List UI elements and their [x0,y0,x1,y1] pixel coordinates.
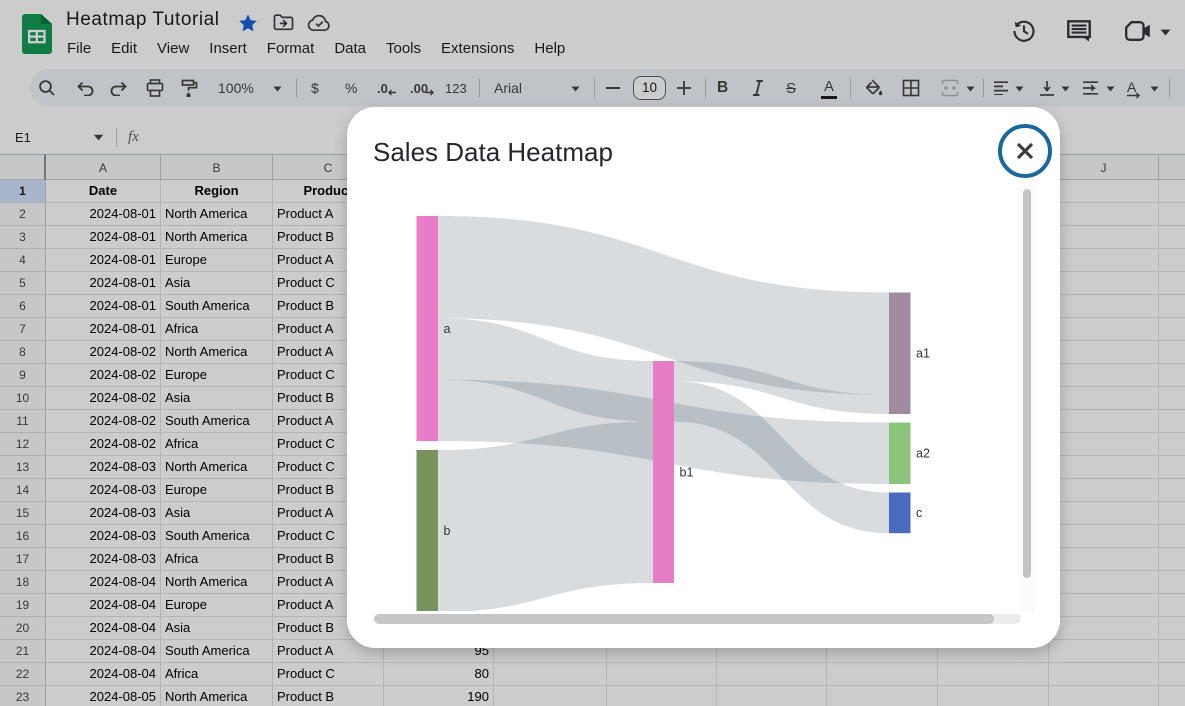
svg-text:a2: a2 [916,447,930,461]
svg-text:b1: b1 [680,466,694,480]
svg-text:c: c [916,506,922,520]
svg-text:a: a [444,322,451,336]
svg-text:a1: a1 [916,347,930,361]
svg-text:b: b [444,524,451,538]
